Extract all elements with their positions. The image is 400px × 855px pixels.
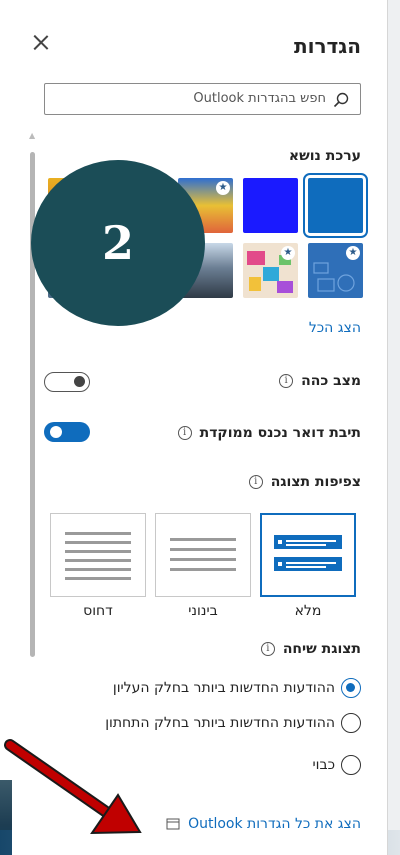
- info-icon[interactable]: i: [279, 374, 294, 388]
- toggle-knob: [50, 426, 62, 438]
- info-icon[interactable]: i: [177, 426, 192, 440]
- focused-inbox-row: תיבת דואר נכנס ממוקדת i: [177, 425, 361, 441]
- search-icon: [333, 92, 349, 108]
- settings-panel: הגדרות חפש בהגדרות Outlook ▲ ערכת נושא ★…: [12, 0, 388, 855]
- panel-title: הגדרות: [293, 34, 361, 58]
- view-all-settings-link[interactable]: הצג את כל הגדרות Outlook: [166, 816, 361, 832]
- info-icon[interactable]: i: [248, 475, 263, 489]
- conversation-newest-bottom-label: ההודעות החדשות ביותר בחלק התחתון: [105, 715, 335, 731]
- panel-header: הגדרות: [12, 30, 387, 62]
- conversation-off-option[interactable]: כבוי: [313, 755, 361, 775]
- step-number-badge: 2: [31, 160, 205, 326]
- star-icon: ★: [281, 246, 295, 260]
- density-medium-icon: [170, 538, 236, 571]
- theme-dark-blue[interactable]: [243, 178, 298, 233]
- theme-blue-selected[interactable]: [303, 173, 368, 238]
- density-compact-icon: [65, 532, 131, 580]
- density-full-icon: [274, 535, 342, 571]
- conversation-view-row: תצוגת שיחה i: [260, 641, 361, 657]
- dark-mode-label: מצב כהה: [301, 373, 361, 389]
- conversation-off-label: כבוי: [312, 757, 335, 773]
- star-icon: ★: [346, 246, 360, 260]
- close-icon[interactable]: [30, 32, 52, 54]
- density-full-label: מלא: [294, 603, 322, 619]
- show-all-themes-link[interactable]: הצג הכל: [309, 320, 361, 336]
- star-icon: ★: [216, 181, 230, 195]
- density-full-option[interactable]: [260, 513, 356, 597]
- conversation-newest-top-option[interactable]: ההודעות החדשות ביותר בחלק העליון: [113, 678, 361, 698]
- conversation-newest-bottom-option[interactable]: ההודעות החדשות ביותר בחלק התחתון: [105, 713, 361, 733]
- radio-button[interactable]: [341, 713, 361, 733]
- density-label: צפיפות תצוגה: [270, 474, 361, 490]
- focused-inbox-label: תיבת דואר נכנס ממוקדת: [199, 425, 361, 441]
- dark-mode-toggle[interactable]: [44, 372, 90, 392]
- radio-button[interactable]: [341, 755, 361, 775]
- density-row: צפיפות תצוגה i: [248, 474, 361, 490]
- radio-button[interactable]: [341, 678, 361, 698]
- focused-inbox-toggle[interactable]: [44, 422, 90, 442]
- dark-mode-row: מצב כהה i: [279, 373, 361, 389]
- open-window-icon: [166, 818, 180, 830]
- search-placeholder: חפש בהגדרות Outlook: [193, 91, 326, 106]
- theme-section-label: ערכת נושא: [288, 148, 361, 164]
- conversation-view-label: תצוגת שיחה: [282, 641, 361, 657]
- background-left: [0, 0, 12, 855]
- density-compact-label: דחוס: [83, 603, 113, 619]
- density-medium-label: בינוני: [188, 603, 218, 619]
- view-all-settings-label: הצג את כל הגדרות Outlook: [188, 816, 361, 832]
- scroll-up-icon[interactable]: ▲: [29, 131, 35, 140]
- settings-search-input[interactable]: חפש בהגדרות Outlook: [44, 83, 361, 115]
- density-medium-option[interactable]: [155, 513, 251, 597]
- toggle-knob: [74, 376, 85, 387]
- theme-colorful[interactable]: ★: [243, 243, 298, 298]
- background-right: [388, 0, 400, 855]
- density-compact-option[interactable]: [50, 513, 146, 597]
- info-icon[interactable]: i: [260, 642, 275, 656]
- conversation-newest-top-label: ההודעות החדשות ביותר בחלק העליון: [112, 680, 335, 696]
- theme-pattern[interactable]: ★: [308, 243, 363, 298]
